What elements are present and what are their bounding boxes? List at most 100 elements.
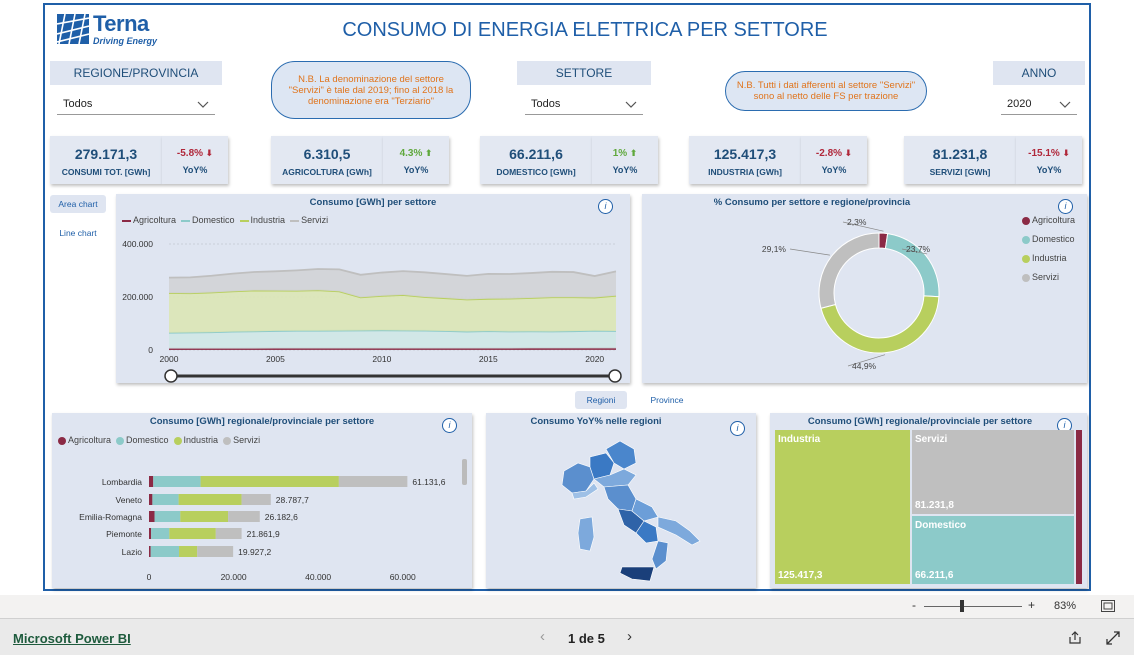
bar-segment[interactable]	[179, 546, 198, 557]
bar-segment[interactable]	[178, 494, 242, 505]
treemap-cell[interactable]	[1076, 430, 1082, 584]
treemap-area: Industria 125.417,3 Servizi 81.231,8 Domesti…	[775, 430, 1082, 584]
kpi-yoy-text: -15.1%	[1028, 148, 1060, 159]
kpi-yoy-value: -5.8% ⬇	[162, 148, 228, 159]
terna-logo: Terna Driving Energy	[55, 11, 165, 49]
range-start-handle[interactable]	[164, 369, 178, 383]
logo-name: Terna	[93, 11, 149, 36]
bar-segment[interactable]	[149, 528, 152, 539]
region-dropdown[interactable]: Todos	[57, 94, 215, 115]
treemap-cell[interactable]: Industria 125.417,3	[775, 430, 910, 584]
bar-segment[interactable]	[154, 511, 181, 522]
donut-value-label: 23,7%	[906, 244, 931, 254]
area-series-fill[interactable]	[169, 330, 616, 349]
kpi-value: 66.211,6	[509, 146, 563, 162]
bar-x-tick-label: 40.000	[305, 572, 331, 582]
legend-label: Domestico	[1032, 234, 1075, 244]
donut-legend-item[interactable]: Domestico	[1022, 234, 1075, 244]
donut-legend-item[interactable]: Agricoltura	[1022, 215, 1075, 225]
bar-segment[interactable]	[169, 528, 216, 539]
bar-segment[interactable]	[149, 476, 154, 487]
toggle-area-chart[interactable]: Area chart	[50, 195, 106, 213]
toggle-line-chart[interactable]: Line chart	[50, 224, 106, 242]
map-region-center[interactable]	[603, 484, 637, 512]
bar-segment[interactable]	[241, 494, 271, 505]
zoom-slider[interactable]	[924, 606, 1022, 607]
kpi-yoy-label: YoY%	[821, 165, 847, 175]
donut-slice[interactable]	[818, 232, 880, 309]
x-tick-label: 2020	[585, 354, 604, 364]
treemap-cell-value: 66.211,6	[915, 570, 954, 581]
kpi-yoy-value: -15.1% ⬇	[1016, 148, 1082, 159]
prev-page-button[interactable]: ‹	[540, 628, 545, 645]
toggle-regioni[interactable]: Regioni	[575, 391, 627, 409]
next-page-button[interactable]: ›	[627, 628, 632, 645]
map-region-calabria[interactable]	[651, 540, 669, 570]
bar-segment[interactable]	[152, 494, 179, 505]
bar-total-label: 26.182,6	[265, 512, 298, 522]
note-servizi-fs: N.B. Tutti i dati afferenti al settore "…	[725, 71, 927, 111]
map-region-sardegna[interactable]	[577, 516, 595, 552]
sector-slicer-header: SETTORE	[517, 61, 651, 85]
zoom-slider-handle[interactable]	[960, 600, 964, 612]
map-region-sicilia[interactable]	[619, 566, 655, 582]
area-chart-svg: 0 200.000 400.000 2000 2005 2010 2015 2020	[122, 239, 622, 383]
donut-legend-item[interactable]: Servizi	[1022, 272, 1059, 282]
kpi-card: 125.417,3 INDUSTRIA [GWh]	[689, 136, 801, 184]
power-bi-link[interactable]: Microsoft Power BI	[13, 631, 131, 646]
legend-swatch	[1022, 273, 1030, 282]
bar-segment[interactable]	[149, 494, 153, 505]
map-region-puglia[interactable]	[657, 516, 701, 546]
treemap-cell[interactable]: Domestico 66.211,6	[912, 516, 1074, 584]
bar-segment[interactable]	[338, 476, 408, 487]
fullscreen-icon[interactable]	[1106, 631, 1120, 645]
year-dropdown[interactable]: 2020	[1001, 94, 1077, 115]
map-panel: Consumo YoY% nelle regioni i	[486, 413, 756, 588]
x-tick-label: 2015	[479, 354, 498, 364]
donut-chart-svg: 2,3% 23,7% 44,9% 29,1%	[762, 217, 940, 371]
donut-value-label: 44,9%	[852, 361, 877, 371]
bar-segment[interactable]	[180, 511, 229, 522]
bar-chart-svg: Lombardia 61.131,6 Veneto 28.787,7 Emilia-Ro…	[79, 476, 446, 582]
legend-label: Industria	[1032, 253, 1067, 263]
treemap-cell[interactable]: Servizi 81.231,8	[912, 430, 1074, 514]
arrow-down-icon: ⬇	[842, 148, 853, 158]
fit-to-page-icon[interactable]	[1101, 600, 1115, 612]
range-end-handle[interactable]	[608, 369, 622, 383]
region-slicer-header: REGIONE/PROVINCIA	[50, 61, 222, 85]
bar-segment[interactable]	[228, 511, 260, 522]
kpi-yoy-card: 4.3% ⬆ YoY%	[383, 136, 449, 184]
donut-slice[interactable]	[820, 295, 940, 354]
bar-segment[interactable]	[200, 476, 339, 487]
kpi-label: INDUSTRIA [GWh]	[708, 167, 782, 177]
zoom-bar: - + 83%	[0, 595, 1134, 618]
kpi-yoy-value: 4.3% ⬆	[383, 148, 449, 159]
y-tick-label: 200.000	[122, 292, 153, 302]
bar-segment[interactable]	[149, 511, 155, 522]
bar-segment[interactable]	[149, 546, 151, 557]
donut-value-label: 2,3%	[847, 217, 867, 227]
kpi-label: SERVIZI [GWh]	[929, 167, 991, 177]
share-icon[interactable]	[1068, 631, 1082, 645]
zoom-out-button[interactable]: -	[912, 598, 916, 612]
bar-segment[interactable]	[153, 476, 201, 487]
toggle-province[interactable]: Province	[641, 391, 693, 409]
zoom-in-button[interactable]: +	[1028, 598, 1035, 612]
sector-dropdown[interactable]: Todos	[525, 94, 643, 115]
kpi-yoy-text: 1%	[612, 148, 628, 159]
italy-map[interactable]	[486, 413, 756, 588]
kpi-yoy-label: YoY%	[182, 165, 208, 175]
chevron-down-icon	[1059, 101, 1071, 108]
bar-x-tick-label: 0	[147, 572, 152, 582]
arrow-up-icon: ⬆	[422, 148, 433, 158]
kpi-card: 66.211,6 DOMESTICO [GWh]	[480, 136, 592, 184]
bar-segment[interactable]	[197, 546, 234, 557]
treemap-cell-label: Domestico	[915, 520, 967, 531]
bar-segment[interactable]	[151, 528, 170, 539]
legend-label: Agricoltura	[1032, 215, 1076, 225]
donut-legend-item[interactable]: Industria	[1022, 253, 1067, 263]
bar-chart-scrollbar[interactable]	[462, 459, 467, 485]
bar-segment[interactable]	[150, 546, 180, 557]
bar-segment[interactable]	[215, 528, 242, 539]
chevron-down-icon	[625, 101, 637, 108]
